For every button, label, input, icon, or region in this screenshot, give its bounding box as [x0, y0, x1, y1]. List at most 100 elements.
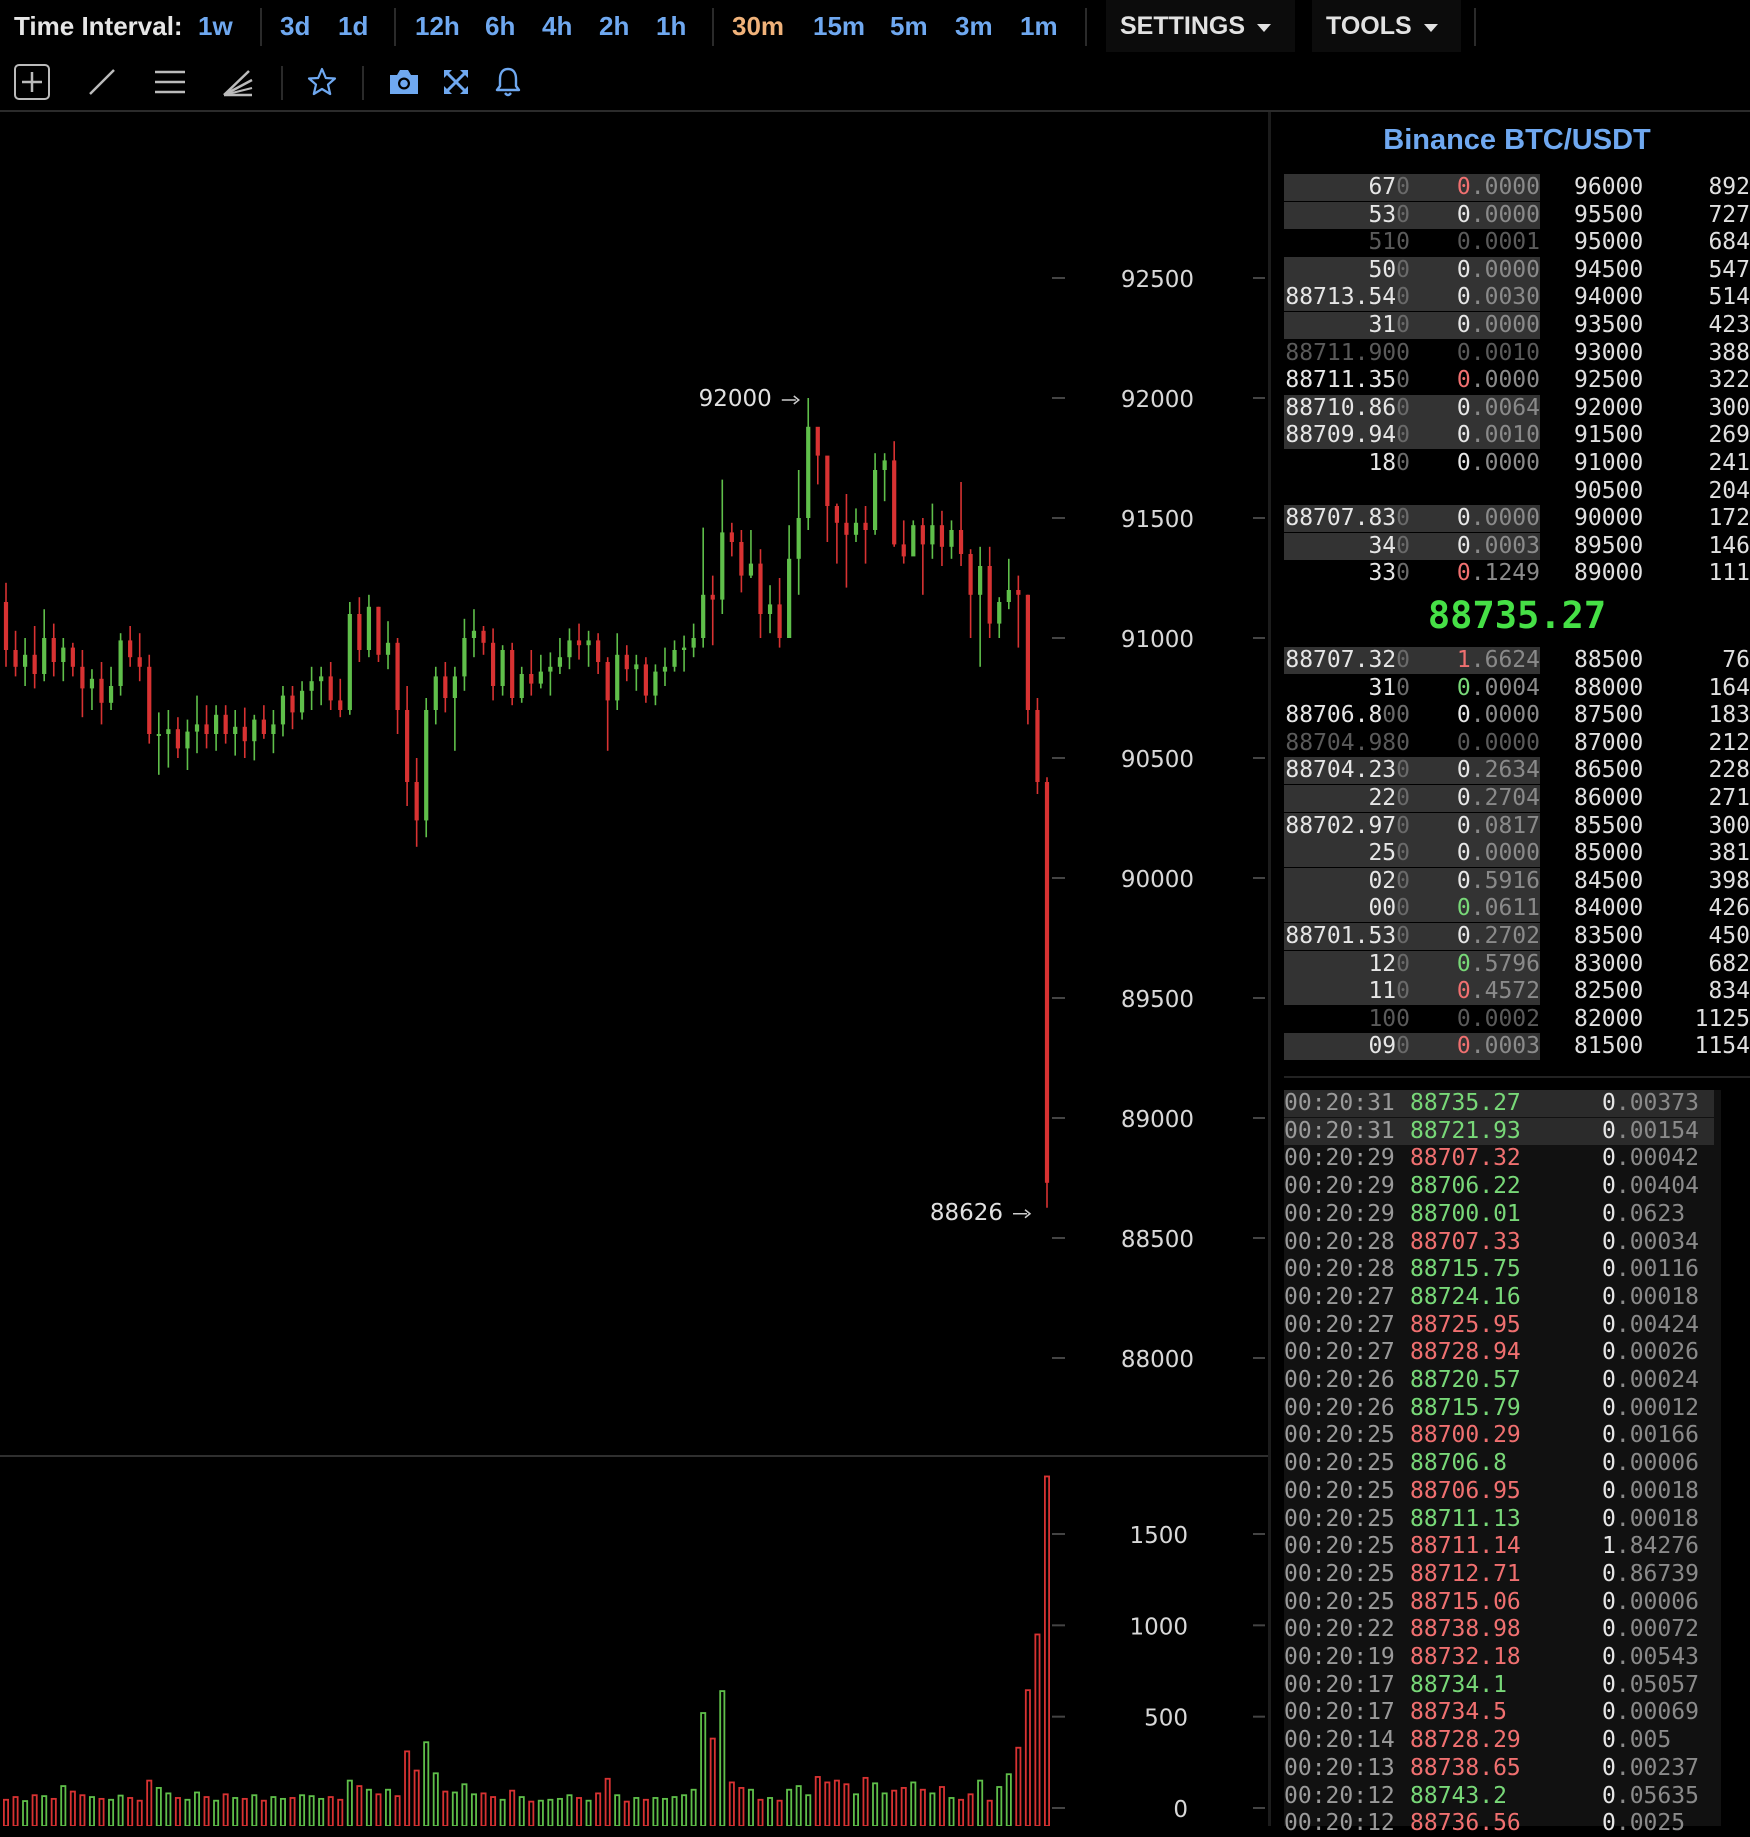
price-tick-label: 89500 [1121, 987, 1194, 1013]
candle-body [987, 566, 992, 624]
order-book-row[interactable]: 220 0.2704 86000 271 [1284, 785, 1750, 812]
order-book-row[interactable]: 250 0.0000 85000 381 [1284, 840, 1750, 868]
trade-quantity: 0.0025 [1602, 1810, 1686, 1837]
order-book-row[interactable]: 88701.530 0.2702 83500 450 [1284, 923, 1750, 950]
trade-time: 00:20:25 [1284, 1560, 1395, 1587]
depth-size: 269 [1708, 422, 1750, 449]
order-book-row[interactable]: 670 0.0000 96000 892 [1284, 174, 1750, 201]
order-price: 310 [1368, 312, 1410, 338]
depth-size: 172 [1708, 505, 1750, 532]
favorite-button[interactable] [302, 62, 342, 102]
volume-bar [852, 1793, 859, 1826]
volume-bar [222, 1793, 229, 1826]
interval-1h[interactable]: 1h [656, 11, 686, 42]
order-book-row[interactable]: 88710.860 0.0064 92000 300 [1284, 394, 1750, 422]
candle-body [949, 530, 954, 547]
volume-bar [346, 1779, 353, 1826]
depth-price-level: 88500 [1574, 647, 1644, 673]
trade-time: 00:20:25 [1284, 1450, 1395, 1477]
interval-4h[interactable]: 4h [542, 11, 572, 42]
candle-body [872, 470, 878, 530]
order-book-row[interactable]: 530 0.0000 95500 727 [1284, 201, 1750, 229]
trade-time: 00:20:13 [1284, 1754, 1395, 1781]
candle-body [156, 734, 161, 736]
trade-time: 00:20:27 [1284, 1339, 1395, 1366]
depth-price-level: 82000 [1574, 1005, 1644, 1032]
candle-body [328, 676, 333, 701]
trade-row: 00:20:17 88734.5 0.00069 [1284, 1699, 1714, 1726]
settings-menu-button[interactable]: SETTINGS [1106, 0, 1295, 52]
candle-body [13, 650, 18, 667]
order-book-row[interactable]: 310 0.0004 88000 164 [1284, 675, 1750, 702]
interval-15m[interactable]: 15m [813, 11, 865, 42]
separator [394, 8, 396, 46]
interval-2h[interactable]: 2h [599, 11, 629, 42]
order-book-row[interactable]: 88707.320 1.6624 88500 76 [1284, 647, 1750, 674]
order-book-row[interactable]: 020 0.5916 84500 398 [1284, 867, 1750, 895]
order-price: 88710.860 [1285, 394, 1410, 421]
interval-1m[interactable]: 1m [1020, 11, 1058, 42]
volume-bar [60, 1785, 67, 1826]
alert-button[interactable] [488, 62, 528, 102]
depth-size: 684 [1708, 229, 1750, 256]
horizontal-lines-tool[interactable] [150, 62, 190, 102]
order-book-row[interactable]: 100 0.0002 82000 1125 [1284, 1006, 1750, 1033]
order-book-row[interactable]: 88704.980 0.0000 87000 212 [1284, 730, 1750, 757]
interval-6h[interactable]: 6h [485, 11, 515, 42]
trend-line-icon [89, 69, 115, 95]
order-price: 88711.350 [1285, 367, 1410, 394]
order-amount: 0.0002 [1456, 1005, 1540, 1032]
order-book-row[interactable]: 120 0.5796 83000 682 [1284, 950, 1750, 978]
trade-time: 00:20:19 [1284, 1644, 1395, 1670]
order-book-row[interactable]: 510 0.0001 95000 684 [1284, 229, 1750, 256]
order-book-row[interactable]: 340 0.0003 89500 146 [1284, 532, 1750, 560]
volume-bar [375, 1793, 382, 1826]
order-book-row[interactable]: 310 0.0000 93500 423 [1284, 312, 1750, 339]
depth-price-level: 83000 [1574, 950, 1644, 977]
order-book-row[interactable]: 090 0.0003 81500 1154 [1284, 1033, 1750, 1061]
order-book-row[interactable]: 88706.800 0.0000 87500 183 [1284, 702, 1750, 729]
interval-3d[interactable]: 3d [280, 11, 310, 42]
screenshot-button[interactable] [384, 62, 424, 102]
order-amount: 0.0000 [1456, 450, 1540, 476]
trade-history-scrollbar[interactable] [1721, 1090, 1747, 1826]
fullscreen-button[interactable] [436, 62, 476, 102]
fan-tool[interactable] [218, 62, 258, 102]
order-book-row[interactable]: 88702.970 0.0817 85500 300 [1284, 812, 1750, 840]
candle-body [42, 638, 47, 674]
price-chart[interactable]: 92500 92000 91500 91000 90500 90000 89500 89000… [0, 112, 1268, 1826]
volume-bar [623, 1800, 630, 1826]
order-book-row[interactable]: 88713.540 0.0030 94000 514 [1284, 284, 1750, 312]
interval-1w[interactable]: 1w [198, 11, 233, 42]
tools-menu-button[interactable]: TOOLS [1312, 0, 1461, 52]
volume-bar [499, 1798, 506, 1826]
order-book-row[interactable]: 88707.830 0.0000 90000 172 [1284, 505, 1750, 533]
volume-bar [136, 1799, 143, 1826]
order-book-row[interactable]: 90500 204 [1284, 478, 1750, 505]
trend-line-tool[interactable] [82, 62, 122, 102]
order-book-row[interactable]: 110 0.4572 82500 834 [1284, 978, 1750, 1006]
order-book-row[interactable]: 88711.350 0.0000 92500 322 [1284, 367, 1750, 394]
add-indicator-button[interactable] [12, 62, 52, 102]
trade-price: 88734.5 [1410, 1699, 1507, 1726]
order-book-row[interactable]: 88709.940 0.0010 91500 269 [1284, 422, 1750, 450]
order-amount: 0.0010 [1456, 339, 1540, 366]
interval-3m[interactable]: 3m [955, 11, 993, 42]
interval-1d[interactable]: 1d [338, 11, 368, 42]
interval-5m[interactable]: 5m [890, 11, 928, 42]
interval-30m[interactable]: 30m [732, 11, 784, 42]
trade-row: 00:20:25 88706.95 0.00018 [1284, 1478, 1714, 1505]
depth-size: 241 [1708, 450, 1750, 476]
order-book-row[interactable]: 88711.900 0.0010 93000 388 [1284, 340, 1750, 367]
order-amount: 0.0000 [1456, 840, 1540, 867]
order-book-row[interactable]: 88704.230 0.2634 86500 228 [1284, 757, 1750, 785]
interval-12h[interactable]: 12h [415, 11, 460, 42]
trade-row: 00:20:29 88706.22 0.00404 [1284, 1173, 1714, 1200]
order-book-row[interactable]: 330 0.1249 89000 111 [1284, 560, 1750, 587]
candle-body [624, 654, 629, 670]
depth-size: 204 [1708, 477, 1750, 504]
order-book-row[interactable]: 180 0.0000 91000 241 [1284, 450, 1750, 477]
order-price: 88702.970 [1285, 812, 1410, 839]
order-book-row[interactable]: 500 0.0000 94500 547 [1284, 256, 1750, 284]
order-book-row[interactable]: 000 0.0611 84000 426 [1284, 895, 1750, 923]
